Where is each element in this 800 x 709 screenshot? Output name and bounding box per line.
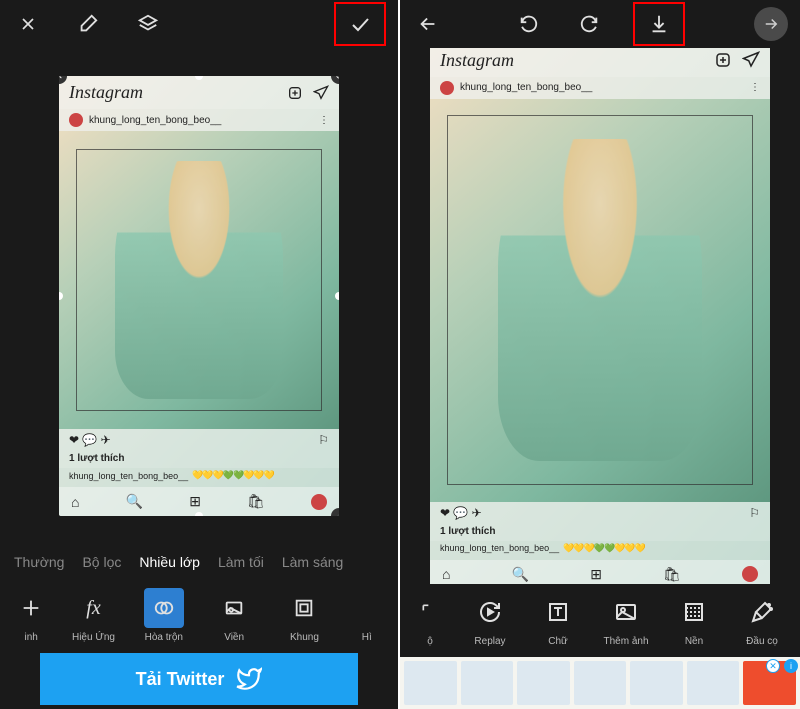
blend-icon bbox=[144, 588, 184, 628]
ig-caption-user: khung_long_ten_bong_beo__ bbox=[440, 543, 559, 553]
tool-brush[interactable]: Đầu cọ bbox=[734, 592, 790, 647]
tool-add-image[interactable]: Thêm ảnh bbox=[598, 592, 654, 647]
tools-right: ộ Replay Chữ Thêm ảnh Nền Đầu cọ bbox=[400, 584, 800, 657]
tools-left: inh fx Hiệu Ứng Hòa trộn Viền Khung Hì bbox=[0, 580, 398, 653]
tab-darken[interactable]: Làm tối bbox=[218, 554, 264, 570]
download-icon[interactable] bbox=[643, 8, 675, 40]
emoji-row: 💛💛💛💚💚💛💛💛 bbox=[192, 470, 274, 481]
crop-frame bbox=[76, 149, 322, 411]
brush-icon bbox=[742, 592, 782, 632]
plus-icon bbox=[11, 588, 51, 628]
ig-header: Instagram bbox=[430, 48, 770, 77]
ig-logo: Instagram bbox=[69, 82, 143, 103]
avatar bbox=[440, 81, 454, 95]
editor-layer-screen: Instagram khung_long_ten_bong_beo__ ⋮ ❤ … bbox=[0, 0, 400, 709]
border-icon bbox=[214, 588, 254, 628]
tool-effects[interactable]: fx Hiệu Ứng bbox=[65, 588, 121, 643]
tool-blend[interactable]: Hòa trộn bbox=[136, 588, 192, 643]
tool-text[interactable]: Chữ bbox=[530, 592, 586, 647]
undo-icon[interactable] bbox=[513, 8, 545, 40]
ad-shopee[interactable]: ✕ i bbox=[400, 657, 800, 709]
ig-header-icons bbox=[287, 85, 329, 101]
twitter-icon bbox=[236, 666, 262, 692]
editor-main-screen: Instagram khung_long_ten_bong_beo__ ⋮ ❤ … bbox=[400, 0, 800, 709]
ad-close-icon[interactable]: ✕ bbox=[766, 659, 780, 673]
mode-tabs: Thường Bộ lọc Nhiều lớp Làm tối Làm sáng bbox=[0, 544, 398, 580]
confirm-highlight bbox=[334, 2, 386, 46]
tool-replay[interactable]: Replay bbox=[462, 592, 518, 647]
background-icon bbox=[674, 592, 714, 632]
frame-icon bbox=[284, 588, 324, 628]
ig-bottom-nav: ⌂🔍⊞🛍 bbox=[430, 560, 770, 585]
tab-normal[interactable]: Thường bbox=[14, 554, 64, 570]
ad-twitter[interactable]: Tải Twitter bbox=[40, 653, 358, 705]
tab-filter[interactable]: Bộ lọc bbox=[82, 554, 121, 570]
redo-icon[interactable] bbox=[573, 8, 605, 40]
ig-caption: khung_long_ten_bong_beo__ 💛💛💛💚💚💛💛💛 bbox=[59, 468, 339, 487]
tab-multilayer[interactable]: Nhiều lớp bbox=[139, 554, 200, 570]
ad-text: Tải Twitter bbox=[136, 669, 225, 690]
tool-background[interactable]: Nền bbox=[666, 592, 722, 647]
cut-icon bbox=[410, 592, 450, 632]
download-highlight bbox=[633, 2, 685, 46]
canvas-right[interactable]: Instagram khung_long_ten_bong_beo__ ⋮ ❤ … bbox=[400, 48, 800, 584]
ig-bottom-nav: ⌂🔍⊞🛍 bbox=[59, 487, 339, 516]
tab-lighten[interactable]: Làm sáng bbox=[282, 554, 343, 570]
ig-actions: ❤ 💬 ✈ ⚐ bbox=[59, 429, 339, 451]
text-icon bbox=[538, 592, 578, 632]
topbar-left bbox=[0, 0, 398, 48]
topbar-right bbox=[400, 0, 800, 48]
ig-likes: 1 lượt thích bbox=[59, 451, 339, 468]
eraser-icon[interactable] bbox=[72, 8, 104, 40]
back-icon[interactable] bbox=[412, 8, 444, 40]
check-icon[interactable] bbox=[344, 8, 376, 40]
ig-username: khung_long_ten_bong_beo__ bbox=[89, 115, 221, 126]
fx-icon: fx bbox=[73, 588, 113, 628]
next-icon[interactable] bbox=[754, 7, 788, 41]
ig-actions: ❤ 💬 ✈ ⚐ bbox=[430, 502, 770, 524]
ig-header: Instagram bbox=[59, 76, 339, 109]
tool-cut[interactable]: Hì bbox=[347, 588, 387, 643]
ig-logo: Instagram bbox=[440, 50, 514, 71]
canvas-left[interactable]: Instagram khung_long_ten_bong_beo__ ⋮ ❤ … bbox=[0, 48, 398, 544]
ig-userbar: khung_long_ten_bong_beo__ ⋮ bbox=[59, 109, 339, 131]
layers-icon[interactable] bbox=[132, 8, 164, 40]
tool-cut2[interactable]: ộ bbox=[410, 592, 450, 647]
tool-frame[interactable]: Khung bbox=[276, 588, 332, 643]
ig-likes: 1 lượt thích bbox=[430, 524, 770, 541]
emoji-row: 💛💛💛💚💚💛💛💛 bbox=[563, 543, 645, 554]
ig-photo bbox=[59, 131, 339, 429]
image-icon bbox=[606, 592, 646, 632]
replay-icon bbox=[470, 592, 510, 632]
ig-header-icons bbox=[714, 51, 760, 69]
ig-username: khung_long_ten_bong_beo__ bbox=[460, 82, 592, 93]
ad-info-icon[interactable]: i bbox=[784, 659, 798, 673]
crop-frame bbox=[447, 115, 753, 486]
avatar bbox=[69, 113, 83, 127]
ig-photo bbox=[430, 99, 770, 502]
ig-userbar: khung_long_ten_bong_beo__ ⋮ bbox=[430, 77, 770, 99]
ig-caption: khung_long_ten_bong_beo__ 💛💛💛💚💚💛💛💛 bbox=[430, 541, 770, 560]
tool-border[interactable]: Viền bbox=[206, 588, 262, 643]
tool-add[interactable]: inh bbox=[11, 588, 51, 643]
close-icon[interactable] bbox=[12, 8, 44, 40]
instagram-result: Instagram khung_long_ten_bong_beo__ ⋮ ❤ … bbox=[430, 48, 770, 584]
instagram-layer[interactable]: Instagram khung_long_ten_bong_beo__ ⋮ ❤ … bbox=[59, 76, 339, 516]
ig-caption-user: khung_long_ten_bong_beo__ bbox=[69, 471, 188, 481]
